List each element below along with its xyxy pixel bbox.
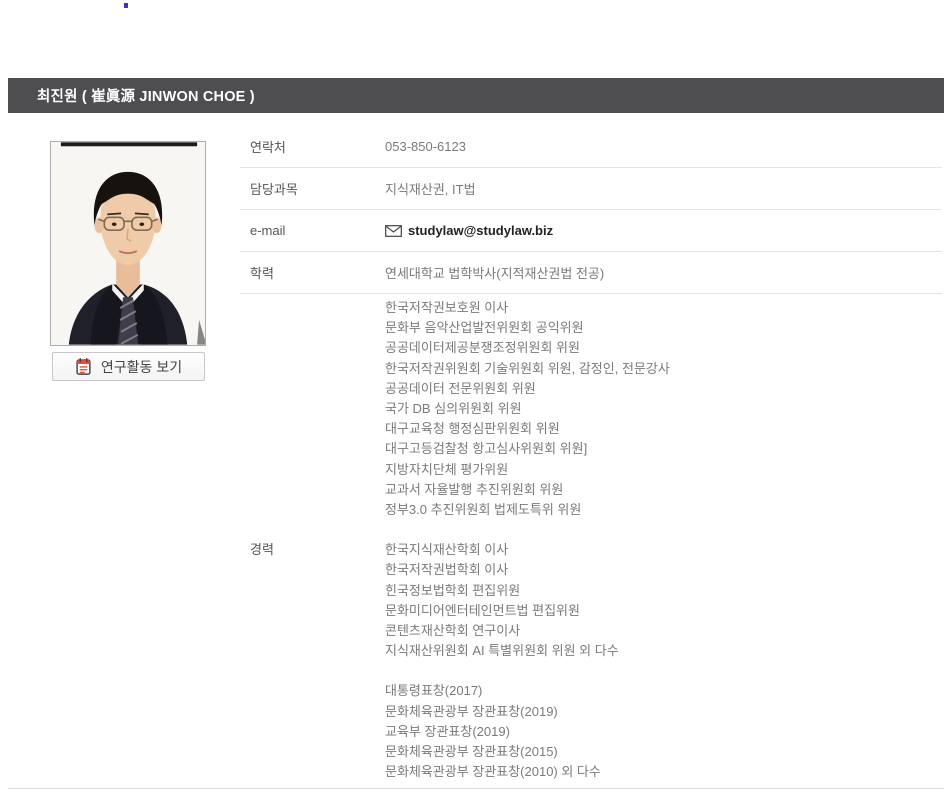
career-line: 지식재산위원회 AI 특별위원회 위원 외 다수 xyxy=(385,641,670,661)
research-activity-button[interactable]: 연구활동 보기 xyxy=(52,352,205,381)
career-line: 국가 DB 심의위원회 위원 xyxy=(385,399,670,419)
table-row-subjects: 담당과목 지식재산권, IT법 xyxy=(240,168,942,210)
table-row-career: 경력 한국저작권보호원 이사문화부 음악산업발전위원회 공익위원공공데이터제공분… xyxy=(240,294,942,793)
career-line: 대구교육청 행정심판위원회 위원 xyxy=(385,419,670,439)
bottom-divider xyxy=(8,788,944,789)
row-label-education: 학력 xyxy=(240,263,385,282)
career-line: 한국저작권위원회 기술위원회 위원, 감정인, 전문강사 xyxy=(385,359,670,379)
email-address-text: studylaw@studylaw.biz xyxy=(408,223,553,238)
subjects-value: 지식재산권, IT법 xyxy=(385,179,476,198)
career-line: 지방자치단체 평가위원 xyxy=(385,460,670,480)
career-line: 문화체육관광부 장관표창(2010) 외 다수 xyxy=(385,762,670,782)
career-line: 콘텐츠재산학회 연구이사 xyxy=(385,621,670,641)
envelope-icon xyxy=(385,225,402,237)
page-marker-dot xyxy=(124,3,128,8)
career-line: 문화체육관광부 장관표창(2019) xyxy=(385,702,670,722)
career-block-committees: 한국저작권보호원 이사문화부 음악산업발전위원회 공익위원공공데이터제공분쟁조정… xyxy=(385,298,670,520)
career-line: 공공데이터제공분쟁조정위원회 위원 xyxy=(385,338,670,358)
table-row-education: 학력 연세대학교 법학박사(지적재산권법 전공) xyxy=(240,252,942,294)
contact-phone-value: 053-850-6123 xyxy=(385,139,466,154)
table-row-email: e-mail studylaw@studylaw.biz xyxy=(240,210,942,252)
career-values: 한국저작권보호원 이사문화부 음악산업발전위원회 공익위원공공데이터제공분쟁조정… xyxy=(385,294,670,793)
professor-name-title: 최진원 ( 崔眞源 JINWON CHOE ) xyxy=(37,85,255,106)
career-block-academic: 한국지식재산학회 이사한국저작권법학회 이사힌국정보법학회 편집위원문화미디어엔… xyxy=(385,540,670,661)
career-line: 한국저작권보호원 이사 xyxy=(385,298,670,318)
row-label-email: e-mail xyxy=(240,223,385,238)
row-label-subjects: 담당과목 xyxy=(240,179,385,198)
career-line: 문화미디어엔터테인먼트법 편집위원 xyxy=(385,601,670,621)
career-line: 공공데이터 전문위원회 위원 xyxy=(385,379,670,399)
career-line: 문화체육관광부 장관표창(2015) xyxy=(385,742,670,762)
career-block-awards: 대통령표창(2017)문화체육관광부 장관표창(2019)교육부 장관표창(20… xyxy=(385,681,670,782)
notepad-icon xyxy=(75,357,92,376)
education-value: 연세대학교 법학박사(지적재산권법 전공) xyxy=(385,263,604,282)
career-line: 대통령표창(2017) xyxy=(385,681,670,701)
research-activity-button-label: 연구활동 보기 xyxy=(101,357,182,377)
profile-photo xyxy=(50,141,206,346)
career-line: 교육부 장관표창(2019) xyxy=(385,722,670,742)
career-line: 정부3.0 추진위원회 법제도특위 위원 xyxy=(385,500,670,520)
career-line: 대구고등검찰청 항고심사위원회 위원] xyxy=(385,439,670,459)
career-line: 한국저작권법학회 이사 xyxy=(385,560,670,580)
profile-header-bar: 최진원 ( 崔眞源 JINWON CHOE ) xyxy=(8,78,944,113)
career-line: 교과서 자율발행 추진위원회 위원 xyxy=(385,480,670,500)
row-label-contact: 연락처 xyxy=(240,137,385,156)
portrait-image xyxy=(51,142,205,345)
career-line: 한국지식재산학회 이사 xyxy=(385,540,670,560)
profile-detail-table: 연락처 053-850-6123 담당과목 지식재산권, IT법 e-mail … xyxy=(240,126,942,793)
row-label-career: 경력 xyxy=(240,294,385,793)
career-line: 문화부 음악산업발전위원회 공익위원 xyxy=(385,318,670,338)
email-value[interactable]: studylaw@studylaw.biz xyxy=(385,223,553,238)
table-row-contact: 연락처 053-850-6123 xyxy=(240,126,942,168)
career-line: 힌국정보법학회 편집위원 xyxy=(385,581,670,601)
